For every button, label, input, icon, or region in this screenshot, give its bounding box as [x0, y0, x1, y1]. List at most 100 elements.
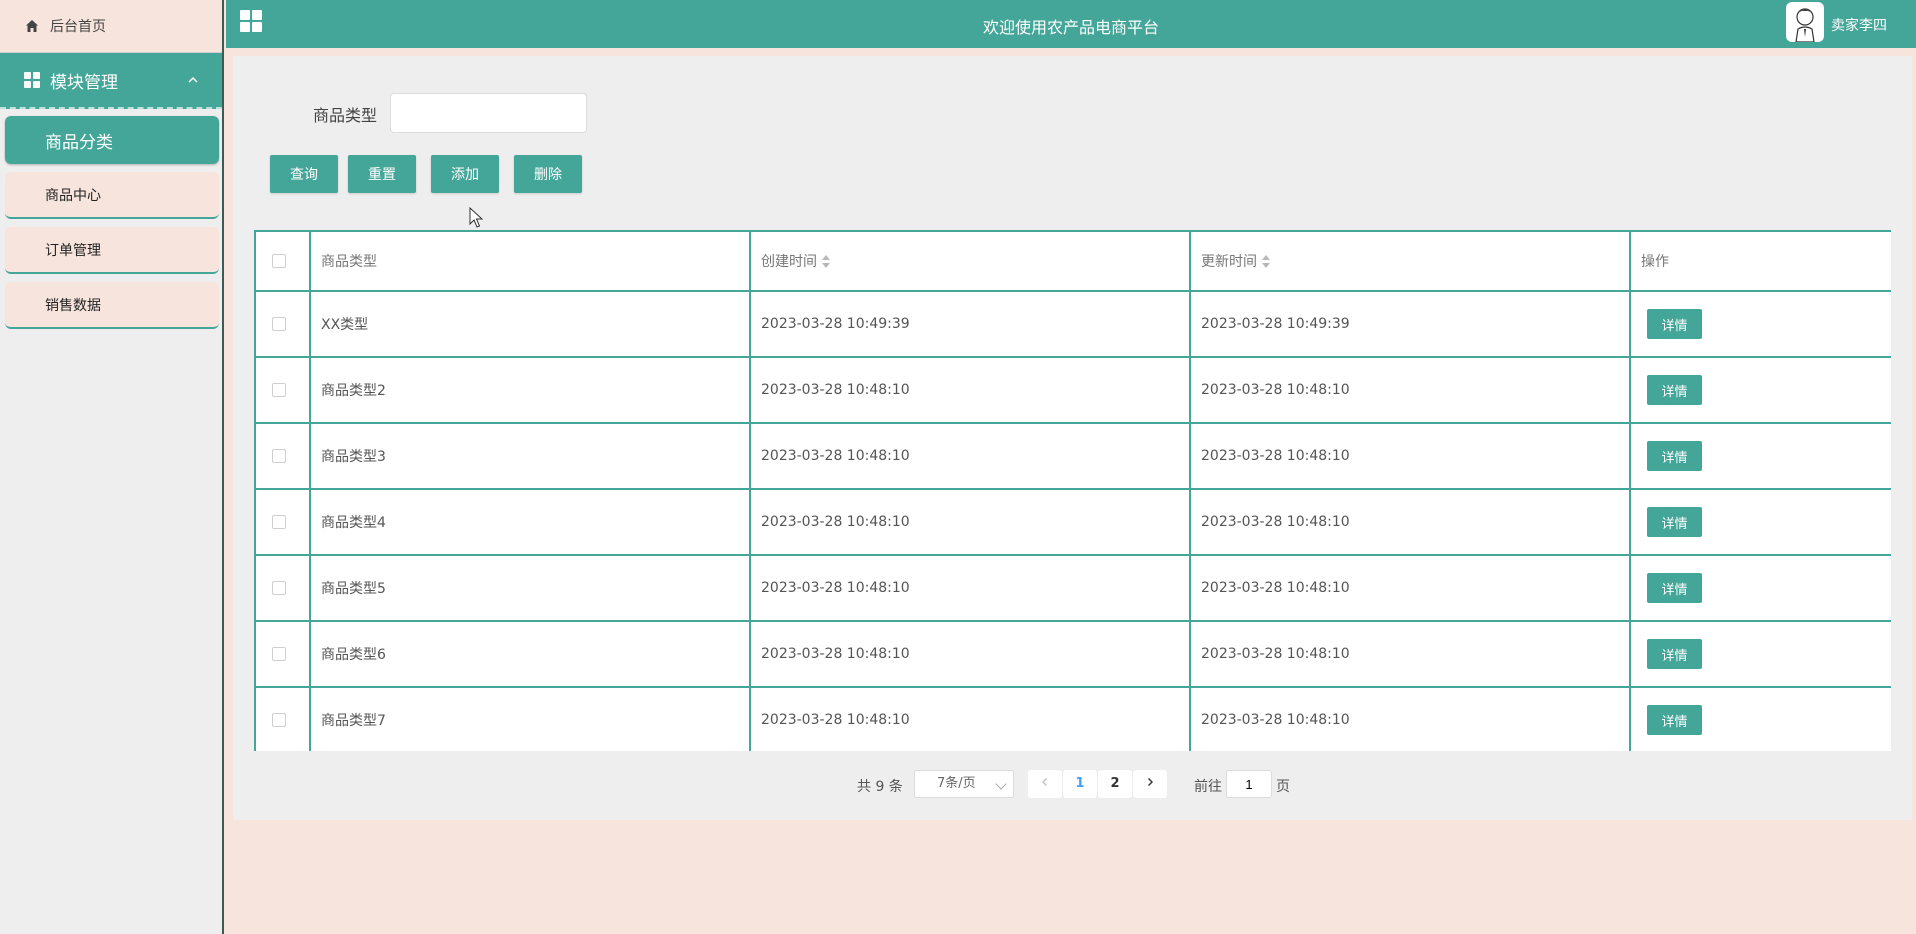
cell-actions: 详情 — [1629, 554, 1891, 622]
detail-button[interactable]: 详情 — [1647, 309, 1702, 339]
column-header-updated[interactable]: 更新时间 — [1189, 230, 1631, 292]
cell-actions: 详情 — [1629, 290, 1891, 358]
data-table: 商品类型 创建时间 更新时间 操作 XX类型 2023-03-28 10:49:3… — [254, 230, 1891, 751]
row-select-cell — [254, 422, 311, 490]
column-header-actions: 操作 — [1629, 230, 1891, 292]
sidebar: 后台首页 模块管理 商品分类 商品中心 订单管理 销售数据 — [0, 0, 224, 934]
column-header-created[interactable]: 创建时间 — [749, 230, 1191, 292]
goto-label: 前往 — [1194, 779, 1222, 795]
cell-created: 2023-03-28 10:48:10 — [749, 356, 1191, 424]
page-title: 欢迎使用农产品电商平台 — [982, 18, 1159, 37]
sidebar-module-toggle[interactable]: 模块管理 — [0, 53, 222, 109]
row-select-cell — [254, 356, 311, 424]
table-row: 商品类型4 2023-03-28 10:48:10 2023-03-28 10:48… — [254, 488, 1891, 556]
page-1-button[interactable]: 1 — [1063, 770, 1097, 798]
cell-created: 2023-03-28 10:48:10 — [749, 620, 1191, 688]
chevron-right-icon — [1148, 778, 1153, 786]
detail-button[interactable]: 详情 — [1647, 573, 1702, 603]
main-panel: 商品类型 查询 重置 添加 删除 商品类型 创建时间 更新时间 操作 XX类型 2… — [233, 56, 1912, 820]
sidebar-item-products[interactable]: 商品中心 — [5, 172, 219, 219]
cell-created: 2023-03-28 10:48:10 — [749, 422, 1191, 490]
row-checkbox[interactable] — [272, 317, 286, 331]
row-select-cell — [254, 620, 311, 688]
row-select-cell — [254, 488, 311, 556]
chevron-left-icon — [1042, 778, 1047, 786]
next-page-button[interactable] — [1133, 770, 1167, 798]
sidebar-item-label: 销售数据 — [45, 297, 101, 314]
cell-created: 2023-03-28 10:48:10 — [749, 554, 1191, 622]
table-row: 商品类型3 2023-03-28 10:48:10 2023-03-28 10:48… — [254, 422, 1891, 490]
select-all-checkbox[interactable] — [272, 254, 286, 268]
cell-type: 商品类型3 — [309, 422, 751, 490]
detail-button[interactable]: 详情 — [1647, 441, 1702, 471]
select-all-cell — [254, 230, 311, 292]
cell-updated: 2023-03-28 10:48:10 — [1189, 422, 1631, 490]
filter-type-label: 商品类型 — [313, 106, 378, 125]
top-bar: 欢迎使用农产品电商平台 卖家李四 — [226, 0, 1916, 48]
cell-type: 商品类型5 — [309, 554, 751, 622]
cell-updated: 2023-03-28 10:49:39 — [1189, 290, 1631, 358]
table-row: 商品类型7 2023-03-28 10:48:10 2023-03-28 10:48… — [254, 686, 1891, 751]
cell-updated: 2023-03-28 10:48:10 — [1189, 686, 1631, 751]
table-row: 商品类型6 2023-03-28 10:48:10 2023-03-28 10:48… — [254, 620, 1891, 688]
cell-created: 2023-03-28 10:49:39 — [749, 290, 1191, 358]
page-jump-input[interactable] — [1226, 770, 1272, 798]
row-checkbox[interactable] — [272, 383, 286, 397]
row-checkbox[interactable] — [272, 647, 286, 661]
query-button[interactable]: 查询 — [270, 155, 338, 193]
page-unit-label: 页 — [1276, 779, 1290, 795]
detail-button[interactable]: 详情 — [1647, 375, 1702, 405]
row-checkbox[interactable] — [272, 449, 286, 463]
page-2-button[interactable]: 2 — [1098, 770, 1132, 798]
column-header-type: 商品类型 — [309, 230, 751, 292]
chevron-up-icon — [188, 76, 198, 83]
add-button[interactable]: 添加 — [431, 155, 499, 193]
cell-type: 商品类型4 — [309, 488, 751, 556]
sidebar-item-label: 商品分类 — [45, 132, 113, 153]
row-checkbox[interactable] — [272, 581, 286, 595]
detail-button[interactable]: 详情 — [1647, 507, 1702, 537]
sort-icon[interactable] — [821, 254, 831, 270]
table-row: 商品类型5 2023-03-28 10:48:10 2023-03-28 10:48… — [254, 554, 1891, 622]
cell-type: XX类型 — [309, 290, 751, 358]
chevron-down-icon — [995, 778, 1007, 790]
sort-icon[interactable] — [1261, 254, 1271, 270]
total-count: 共 9 条 — [857, 779, 903, 795]
cell-type: 商品类型6 — [309, 620, 751, 688]
row-checkbox[interactable] — [272, 713, 286, 727]
sidebar-item-sales[interactable]: 销售数据 — [5, 282, 219, 329]
cell-actions: 详情 — [1629, 356, 1891, 424]
sidebar-item-label: 订单管理 — [45, 242, 101, 259]
cell-actions: 详情 — [1629, 686, 1891, 751]
detail-button[interactable]: 详情 — [1647, 639, 1702, 669]
cell-type: 商品类型7 — [309, 686, 751, 751]
sidebar-item-orders[interactable]: 订单管理 — [5, 227, 219, 274]
detail-button[interactable]: 详情 — [1647, 705, 1702, 735]
table-row: 商品类型2 2023-03-28 10:48:10 2023-03-28 10:48… — [254, 356, 1891, 424]
home-icon — [24, 18, 40, 34]
delete-button[interactable]: 删除 — [514, 155, 582, 193]
cell-actions: 详情 — [1629, 488, 1891, 556]
pagination: 共 9 条 7条/页 1 2 前往 页 — [233, 770, 1912, 800]
page-size-select[interactable]: 7条/页 — [914, 770, 1014, 798]
user-name[interactable]: 卖家李四 — [1831, 15, 1887, 35]
row-checkbox[interactable] — [272, 515, 286, 529]
row-select-cell — [254, 686, 311, 751]
table-header-row: 商品类型 创建时间 更新时间 操作 — [254, 230, 1891, 292]
cell-updated: 2023-03-28 10:48:10 — [1189, 620, 1631, 688]
sidebar-module-label: 模块管理 — [50, 72, 118, 93]
mouse-cursor-icon — [469, 207, 483, 228]
cell-created: 2023-03-28 10:48:10 — [749, 488, 1191, 556]
table-row: XX类型 2023-03-28 10:49:39 2023-03-28 10:49:… — [254, 290, 1891, 358]
grid-icon — [24, 72, 40, 88]
sidebar-item-category[interactable]: 商品分类 — [5, 116, 219, 164]
reset-button[interactable]: 重置 — [348, 155, 416, 193]
row-select-cell — [254, 554, 311, 622]
cell-actions: 详情 — [1629, 620, 1891, 688]
sidebar-item-home[interactable]: 后台首页 — [0, 0, 222, 53]
filter-type-input[interactable] — [390, 93, 587, 133]
row-select-cell — [254, 290, 311, 358]
avatar[interactable] — [1786, 2, 1824, 42]
prev-page-button[interactable] — [1028, 770, 1062, 798]
cell-updated: 2023-03-28 10:48:10 — [1189, 488, 1631, 556]
